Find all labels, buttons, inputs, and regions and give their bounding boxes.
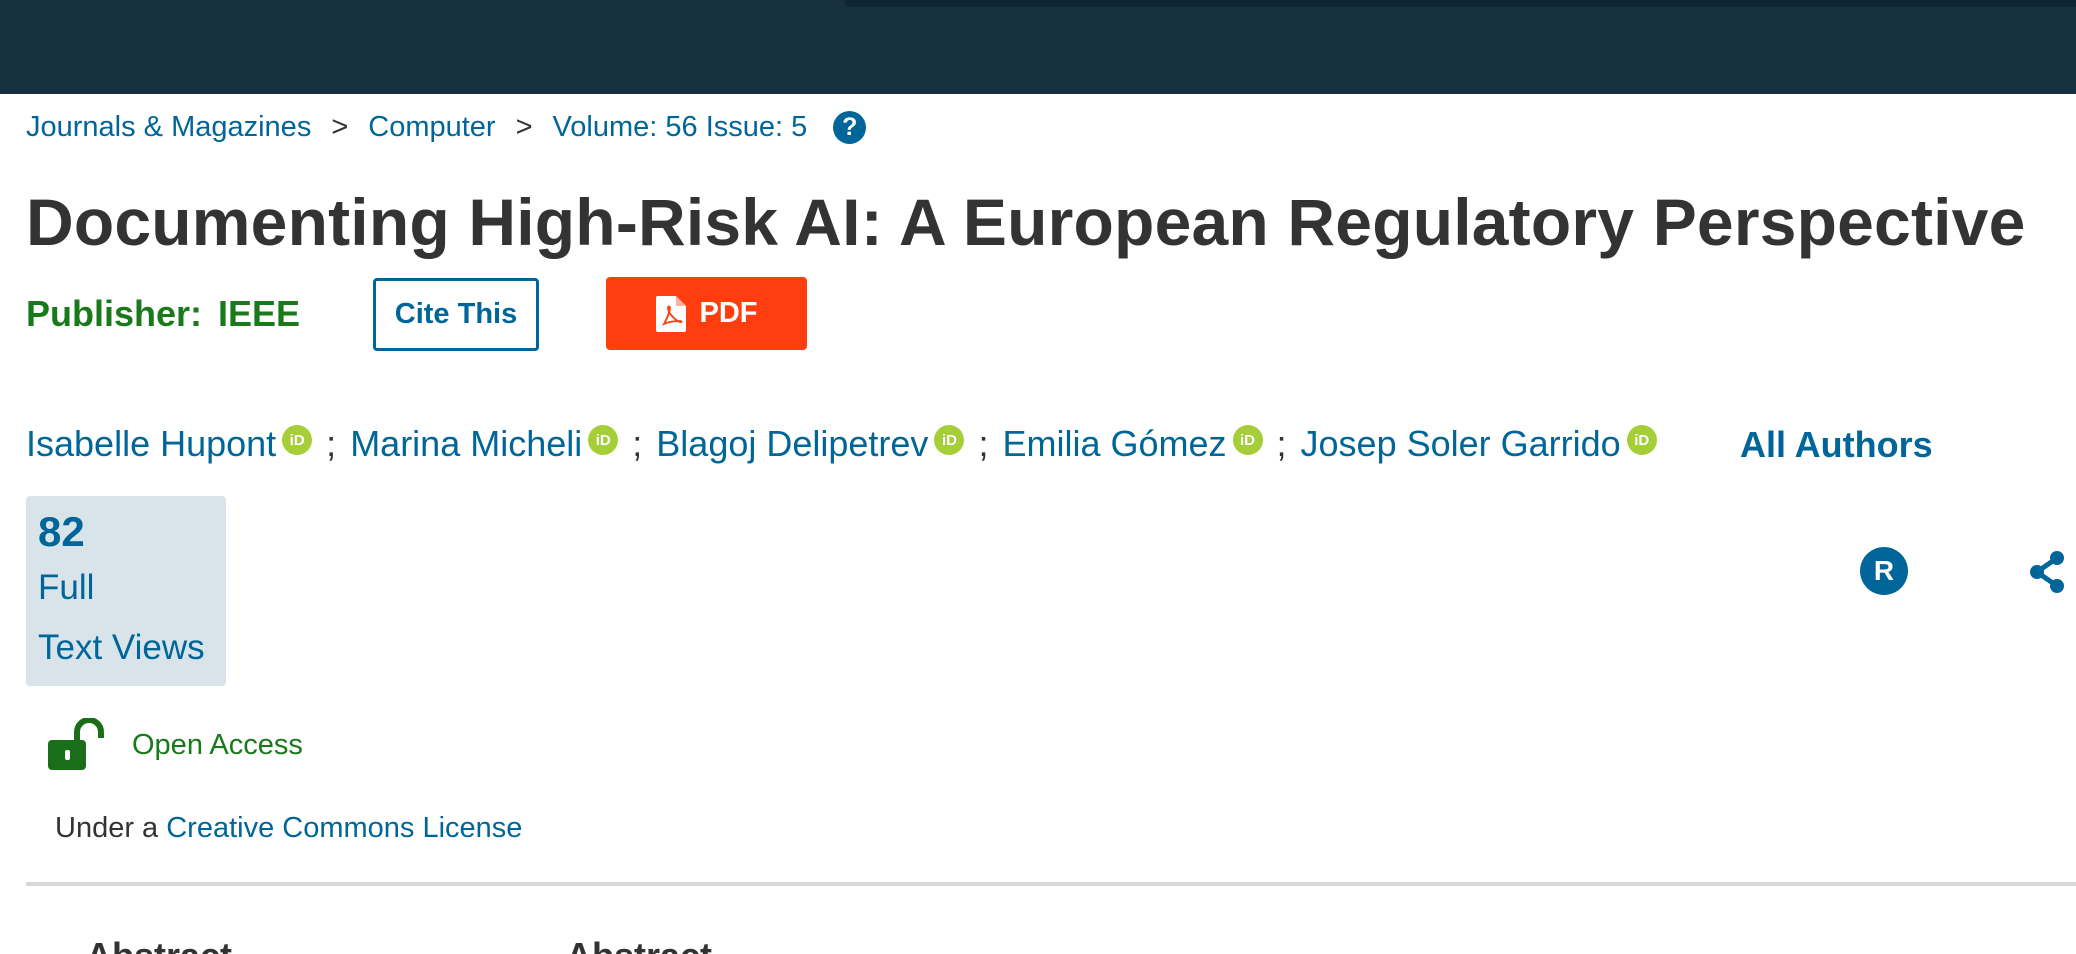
section-divider [26, 882, 2076, 886]
orcid-icon[interactable]: iD [282, 425, 313, 455]
license-prefix: Under a [55, 812, 159, 844]
breadcrumb-computer[interactable]: Computer [368, 111, 495, 144]
share-icon[interactable] [2027, 550, 2067, 594]
author-link[interactable]: Isabelle Hupont [26, 423, 276, 465]
question-circle-icon[interactable]: ? [833, 110, 867, 144]
pdf-file-icon [655, 295, 686, 332]
bottom-tabs: Abstract Abstract [0, 935, 2076, 954]
views-count: 82 [38, 508, 85, 555]
breadcrumb-separator: > [515, 110, 533, 143]
author-separator: ; [326, 423, 337, 464]
breadcrumb: Journals & Magazines > Computer > Volume… [26, 109, 867, 145]
top-bar-strip [845, 0, 2076, 7]
views-label-line1: Full [38, 568, 95, 607]
cite-this-button[interactable]: Cite This [373, 278, 539, 351]
author-separator: ; [1276, 423, 1287, 464]
all-authors-button[interactable]: All Authors [1740, 424, 1933, 466]
orcid-icon[interactable]: iD [1232, 425, 1263, 455]
license-notice: Under a Creative Commons License [55, 812, 522, 845]
author-separator: ; [978, 423, 989, 464]
cite-this-label: Cite This [394, 298, 518, 330]
top-navigation-bar [0, 0, 2076, 94]
breadcrumb-separator: > [331, 110, 349, 143]
pdf-label: PDF [699, 297, 758, 329]
author-link[interactable]: Blagoj Delipetrev [656, 423, 928, 465]
tab-abstract-right[interactable]: Abstract [566, 935, 712, 954]
author-link[interactable]: Josep Soler Garrido [1301, 423, 1621, 465]
creative-commons-link[interactable]: Creative Commons License [166, 812, 522, 844]
open-access-indicator: Open Access [46, 718, 303, 772]
unlocked-lock-icon [48, 718, 104, 770]
author-separator: ; [632, 423, 643, 464]
author-link[interactable]: Marina Micheli [350, 423, 582, 465]
publisher-name: IEEE [218, 293, 301, 334]
pdf-button[interactable]: PDF [606, 277, 807, 350]
publisher: Publisher: IEEE [26, 293, 300, 335]
orcid-icon[interactable]: iD [588, 425, 619, 455]
views-label-line2: Text Views [38, 628, 205, 667]
publisher-label: Publisher: [26, 293, 203, 334]
rights-permissions-icon[interactable]: R [1860, 547, 1908, 595]
open-access-label: Open Access [132, 728, 303, 761]
orcid-icon[interactable]: iD [1626, 425, 1657, 455]
breadcrumb-journals[interactable]: Journals & Magazines [26, 111, 311, 144]
article-title: Documenting High-Risk AI: A European Reg… [26, 185, 2026, 259]
orcid-icon[interactable]: iD [934, 425, 965, 455]
breadcrumb-issue[interactable]: Volume: 56 Issue: 5 [553, 111, 808, 144]
author-link[interactable]: Emilia Gómez [1002, 423, 1226, 465]
full-text-views-metric[interactable]: 82 Full Text Views [26, 496, 226, 686]
tab-abstract-left[interactable]: Abstract [86, 935, 232, 954]
author-list: Isabelle Hupont iD ; Marina Micheli iD ;… [26, 420, 1657, 468]
